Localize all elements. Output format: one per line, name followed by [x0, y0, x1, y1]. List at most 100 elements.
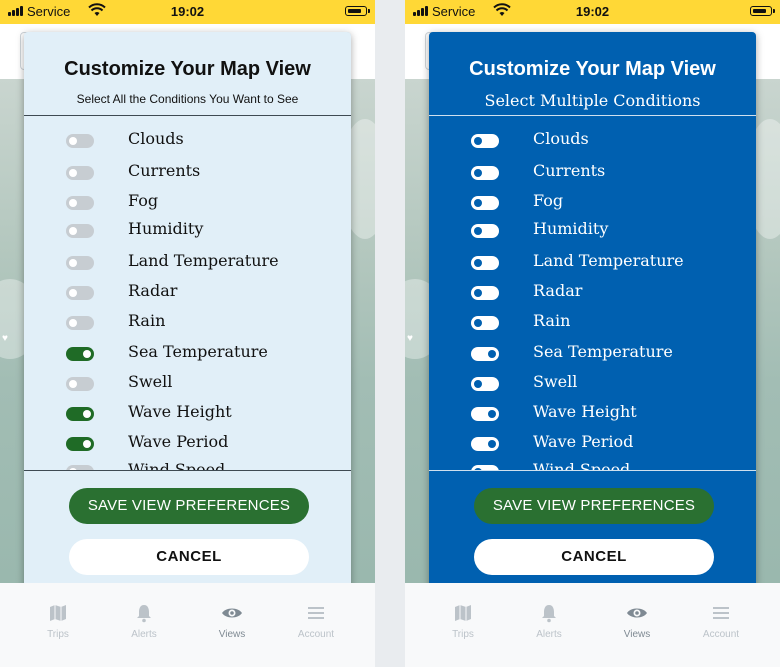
- condition-label: Fog: [533, 191, 564, 210]
- condition-label: Land Temperature: [533, 251, 684, 270]
- condition-row[interactable]: Currents: [24, 156, 351, 186]
- condition-label: Radar: [128, 281, 178, 300]
- condition-label: Wave Period: [533, 432, 634, 451]
- condition-label: Humidity: [533, 219, 609, 238]
- condition-toggle[interactable]: [471, 286, 499, 300]
- condition-row[interactable]: Swell: [24, 367, 351, 397]
- condition-label: Wind Speed: [533, 460, 631, 470]
- condition-toggle[interactable]: [66, 166, 94, 180]
- tab-account[interactable]: Account: [286, 603, 346, 640]
- tab-label: Account: [702, 629, 740, 640]
- bell-icon: [114, 603, 174, 629]
- save-view-preferences-button[interactable]: SAVE VIEW PREFERENCES: [474, 488, 714, 524]
- condition-toggle[interactable]: [471, 347, 499, 361]
- status-bar: Service 19:02: [0, 0, 375, 24]
- condition-row[interactable]: Radar: [429, 276, 756, 306]
- condition-toggle[interactable]: [66, 347, 94, 361]
- tab-alerts[interactable]: Alerts: [114, 603, 174, 640]
- conditions-list[interactable]: Clouds Currents Fog Humidity Land Temperatur…: [24, 116, 351, 470]
- condition-toggle[interactable]: [471, 196, 499, 210]
- condition-row[interactable]: Sea Temperature: [24, 337, 351, 367]
- condition-toggle[interactable]: [471, 377, 499, 391]
- condition-label: Wave Height: [533, 402, 637, 421]
- condition-toggle[interactable]: [471, 166, 499, 180]
- condition-label: Swell: [533, 372, 578, 391]
- condition-toggle[interactable]: [66, 224, 94, 238]
- condition-toggle[interactable]: [66, 377, 94, 391]
- condition-label: Sea Temperature: [128, 342, 268, 361]
- condition-row[interactable]: Land Temperature: [429, 246, 756, 276]
- save-view-preferences-button[interactable]: SAVE VIEW PREFERENCES: [69, 488, 309, 524]
- conditions-list[interactable]: Clouds Currents Fog Humidity Land Temperatur…: [429, 116, 756, 470]
- tab-account[interactable]: Account: [691, 603, 751, 640]
- condition-label: Clouds: [533, 129, 589, 148]
- tab-trips[interactable]: Trips: [28, 603, 88, 640]
- condition-row[interactable]: Fog: [24, 186, 351, 216]
- phone-screen-default-theme: Service 19:02 ♥ Customize Your Map View …: [0, 0, 375, 667]
- condition-label: Swell: [128, 372, 173, 391]
- condition-row[interactable]: Wind Speed: [429, 455, 756, 470]
- divider: [24, 470, 351, 471]
- condition-row[interactable]: Radar: [24, 276, 351, 306]
- condition-label: Currents: [128, 161, 201, 180]
- tab-views[interactable]: Views: [202, 603, 262, 640]
- condition-row[interactable]: Rain: [429, 306, 756, 336]
- condition-label: Wave Period: [128, 432, 229, 451]
- condition-row[interactable]: Sea Temperature: [429, 337, 756, 367]
- tab-trips[interactable]: Trips: [433, 603, 493, 640]
- menu-icon: [286, 603, 346, 629]
- condition-label: Land Temperature: [128, 251, 279, 270]
- condition-row[interactable]: Wave Period: [429, 427, 756, 457]
- bottom-tab-bar: Trips Alerts Views Account: [0, 583, 375, 667]
- battery-icon: [345, 6, 370, 16]
- condition-row[interactable]: Fog: [429, 186, 756, 216]
- modal-title: Customize Your Map View: [469, 58, 716, 80]
- condition-label: Fog: [128, 191, 159, 210]
- eye-icon: [607, 603, 667, 629]
- modal-subtitle: Select Multiple Conditions: [484, 91, 701, 110]
- condition-toggle[interactable]: [66, 316, 94, 330]
- tab-label: Account: [297, 629, 335, 640]
- cancel-button[interactable]: CANCEL: [69, 539, 309, 575]
- condition-row[interactable]: Clouds: [24, 124, 351, 154]
- map-icon: [433, 603, 493, 629]
- tab-label: Views: [623, 629, 651, 640]
- condition-toggle[interactable]: [66, 286, 94, 300]
- condition-row[interactable]: Humidity: [429, 214, 756, 244]
- tab-views[interactable]: Views: [607, 603, 667, 640]
- condition-toggle[interactable]: [471, 134, 499, 148]
- condition-row[interactable]: Wind Speed: [24, 455, 351, 470]
- map-icon: [28, 603, 88, 629]
- condition-label: Rain: [533, 311, 571, 330]
- phone-screen-blue-theme: Service 19:02 ♥ Customize Your Map View …: [405, 0, 780, 667]
- condition-toggle[interactable]: [66, 196, 94, 210]
- condition-toggle[interactable]: [471, 316, 499, 330]
- condition-row[interactable]: Currents: [429, 156, 756, 186]
- condition-row[interactable]: Wave Height: [24, 397, 351, 427]
- bottom-tab-bar: Trips Alerts Views Account: [405, 583, 780, 667]
- condition-row[interactable]: Wave Period: [24, 427, 351, 457]
- condition-row[interactable]: Wave Height: [429, 397, 756, 427]
- condition-toggle[interactable]: [66, 437, 94, 451]
- map-marker-icon: ♥: [2, 333, 8, 344]
- status-time: 19:02: [575, 4, 610, 19]
- condition-toggle[interactable]: [66, 134, 94, 148]
- condition-row[interactable]: Land Temperature: [24, 246, 351, 276]
- condition-toggle[interactable]: [471, 437, 499, 451]
- condition-row[interactable]: Rain: [24, 306, 351, 336]
- condition-row[interactable]: Humidity: [24, 214, 351, 244]
- cancel-button[interactable]: CANCEL: [474, 539, 714, 575]
- condition-toggle[interactable]: [66, 256, 94, 270]
- condition-row[interactable]: Swell: [429, 367, 756, 397]
- customize-map-view-modal: Customize Your Map View Select All the C…: [24, 32, 351, 592]
- tab-alerts[interactable]: Alerts: [519, 603, 579, 640]
- condition-toggle[interactable]: [471, 407, 499, 421]
- condition-toggle[interactable]: [66, 407, 94, 421]
- battery-icon: [750, 6, 775, 16]
- condition-toggle[interactable]: [471, 224, 499, 238]
- divider: [429, 470, 756, 471]
- condition-toggle[interactable]: [471, 256, 499, 270]
- condition-row[interactable]: Clouds: [429, 124, 756, 154]
- modal-subtitle: Select All the Conditions You Want to Se…: [76, 92, 299, 106]
- tab-label: Views: [218, 629, 246, 640]
